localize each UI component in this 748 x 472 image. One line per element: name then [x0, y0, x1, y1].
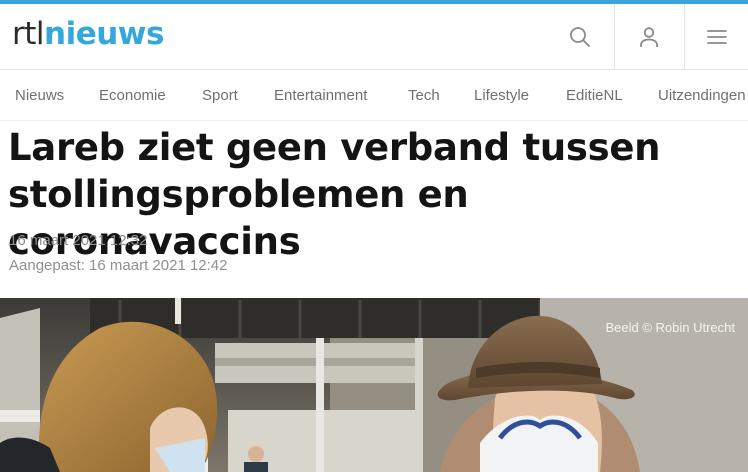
category-nav: Nieuws Economie Sport Entertainment Tech… — [0, 70, 748, 121]
site-header: rtlnieuws — [0, 4, 748, 70]
nav-item-entertainment[interactable]: Entertainment — [274, 87, 367, 104]
nav-item-tech[interactable]: Tech — [408, 87, 440, 104]
nav-item-economie[interactable]: Economie — [99, 87, 166, 104]
logo-suffix: nieuws — [44, 16, 164, 52]
image-credit: Beeld © Robin Utrecht — [605, 320, 735, 335]
nav-item-uitzendingen[interactable]: Uitzendingen — [658, 87, 746, 104]
nav-item-editienl[interactable]: EditieNL — [566, 87, 623, 104]
menu-button[interactable] — [684, 4, 748, 69]
article-photo: Beeld © Robin Utrecht — [0, 298, 748, 472]
rtl-nieuws-logo[interactable]: rtlnieuws — [12, 16, 164, 52]
hamburger-menu-icon — [707, 29, 727, 44]
updated-date: Aangepast: 16 maart 2021 12:42 — [9, 257, 228, 274]
nav-item-sport[interactable]: Sport — [202, 87, 238, 104]
account-button[interactable] — [614, 4, 683, 69]
logo-prefix: rtl — [12, 16, 45, 52]
search-icon — [570, 26, 590, 47]
nav-item-nieuws[interactable]: Nieuws — [15, 87, 64, 104]
search-button[interactable] — [546, 4, 614, 69]
user-icon — [640, 26, 658, 47]
publish-date: 16 maart 2021 12:32 — [9, 232, 148, 249]
nav-item-lifestyle[interactable]: Lifestyle — [474, 87, 529, 104]
